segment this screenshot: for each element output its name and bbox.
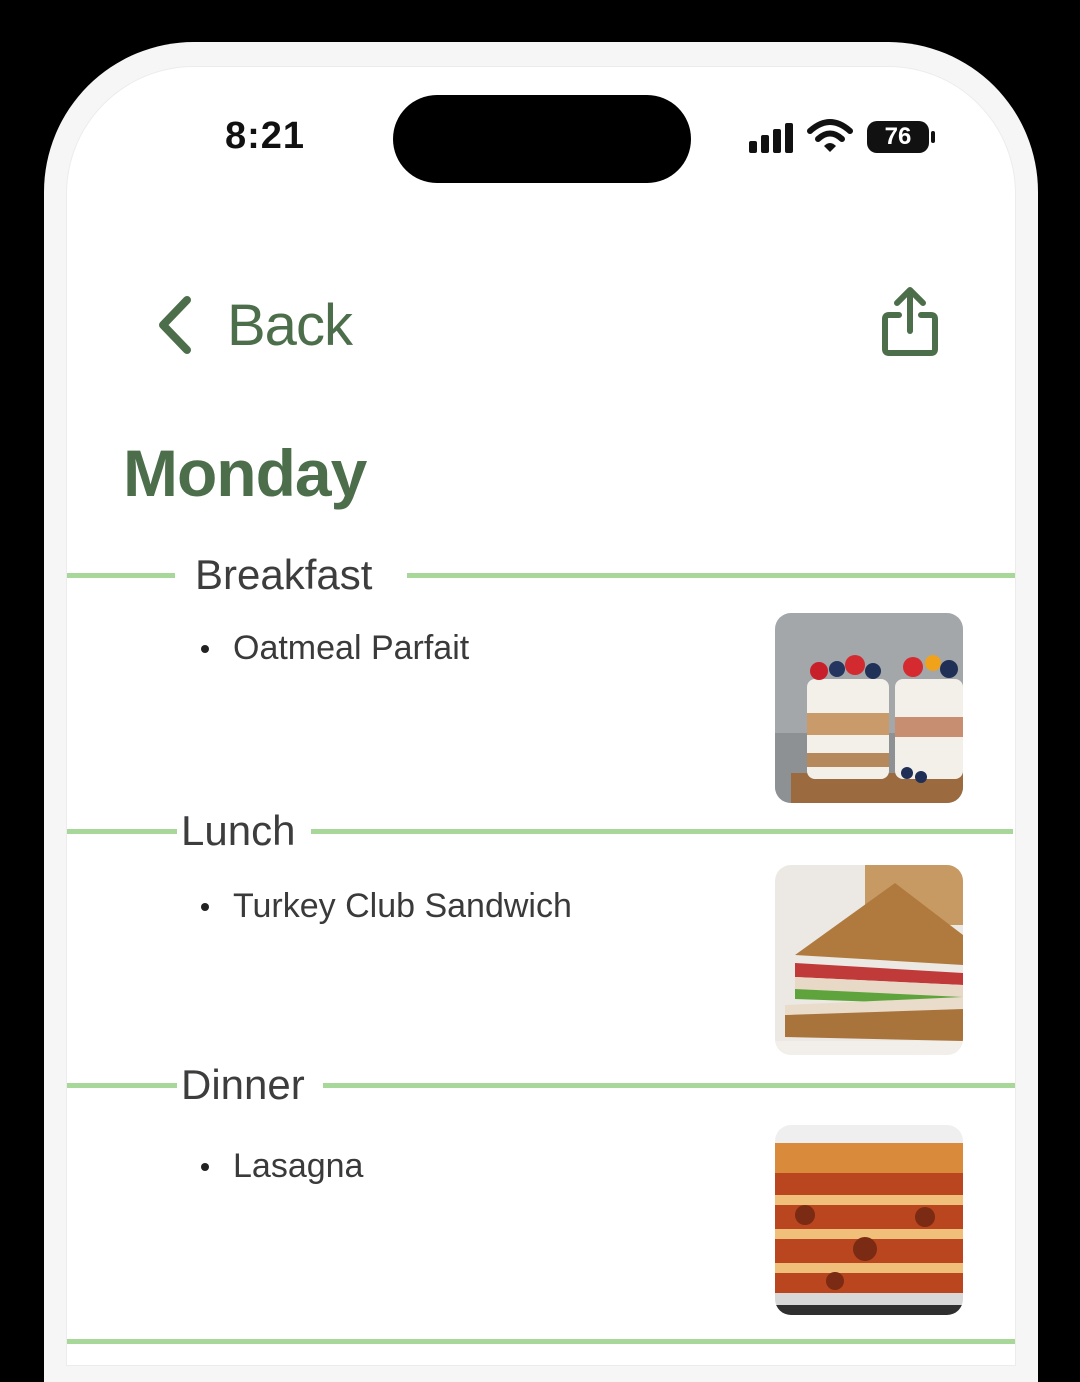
list-item[interactable]: Oatmeal Parfait	[201, 629, 469, 668]
status-time: 8:21	[224, 115, 306, 157]
oatmeal-parfait-image[interactable]	[775, 613, 963, 803]
share-icon[interactable]	[873, 285, 947, 359]
list-item[interactable]: Turkey Club Sandwich	[201, 887, 572, 926]
meal-header-lunch: Lunch	[67, 801, 1015, 861]
meal-item-label: Turkey Club Sandwich	[233, 887, 572, 925]
wifi-icon	[807, 119, 853, 152]
divider-line	[67, 1339, 1015, 1344]
dynamic-island	[393, 95, 691, 183]
divider-line	[67, 1083, 177, 1088]
bullet	[201, 644, 209, 653]
meal-name: Dinner	[181, 1061, 305, 1108]
list-item[interactable]: Lasagna	[201, 1147, 363, 1186]
cellular-signal-icon	[749, 123, 793, 153]
chevron-left-icon	[159, 296, 191, 354]
back-button[interactable]: Back	[155, 285, 353, 365]
bullet	[201, 902, 209, 911]
divider-line	[67, 573, 175, 578]
app-screen: 8:21 76 Back Monday Breakfast Oatmeal Pa…	[66, 66, 1016, 1366]
meal-header-dinner: Dinner	[67, 1055, 1015, 1115]
meal-name: Breakfast	[195, 551, 373, 598]
meal-item-label: Lasagna	[233, 1147, 364, 1185]
bullet	[201, 1162, 209, 1171]
page-title: Monday	[123, 436, 367, 510]
divider-line	[407, 573, 1015, 578]
turkey-club-sandwich-image[interactable]	[775, 865, 963, 1055]
battery-level: 76	[884, 123, 912, 150]
meal-item-label: Oatmeal Parfait	[233, 629, 470, 667]
meal-name: Lunch	[181, 807, 296, 854]
lasagna-image[interactable]	[775, 1125, 963, 1315]
meal-header-breakfast: Breakfast	[67, 545, 1015, 605]
battery-icon: 76	[867, 121, 937, 157]
divider-line	[323, 1083, 1015, 1088]
back-label: Back	[227, 292, 353, 358]
divider-line	[67, 829, 177, 834]
divider-line	[311, 829, 1013, 834]
